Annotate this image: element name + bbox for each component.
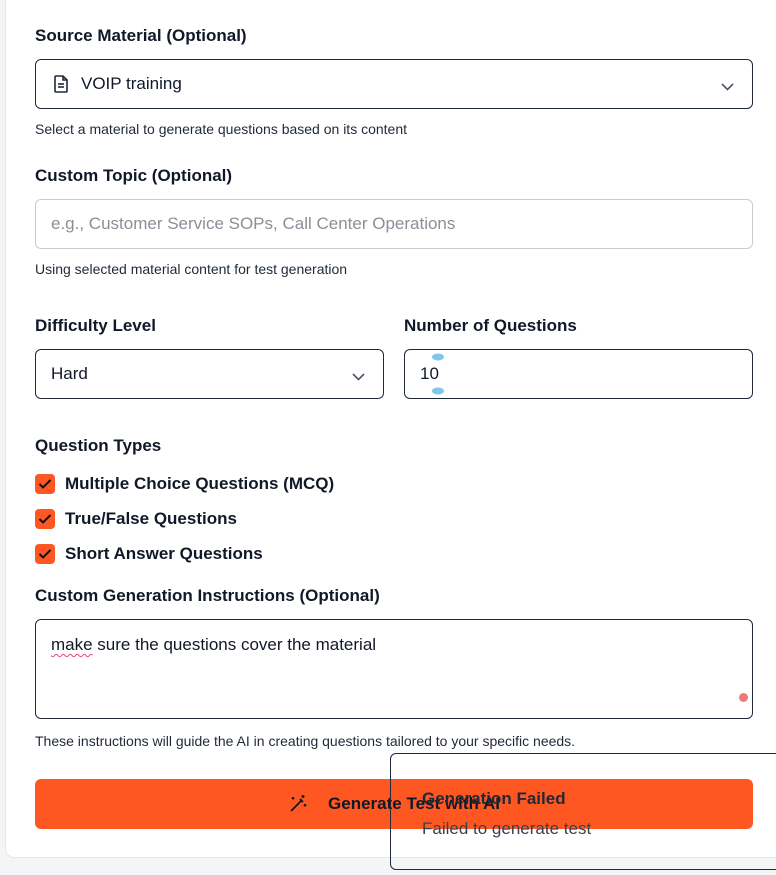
check-icon (38, 514, 52, 524)
custom-topic-helper: Using selected material content for test… (35, 261, 348, 277)
instructions-label: Custom Generation Instructions (Optional… (35, 586, 380, 605)
check-icon (38, 549, 52, 559)
checkbox-short-answer[interactable] (35, 544, 55, 564)
document-icon (53, 75, 69, 93)
source-material-label: Source Material (Optional) (35, 26, 247, 45)
chevron-down-icon (352, 368, 365, 388)
toast-message: Failed to generate test (422, 819, 592, 838)
instructions-value-rest: sure the questions cover the material (92, 635, 377, 654)
checkbox-true-false[interactable] (35, 509, 55, 529)
custom-topic-input[interactable]: e.g., Customer Service SOPs, Call Center… (35, 199, 753, 249)
error-toast[interactable]: Generation Failed Failed to generate tes… (390, 753, 776, 870)
check-icon (38, 479, 52, 489)
difficulty-label: Difficulty Level (35, 316, 156, 335)
difficulty-value: Hard (51, 364, 88, 383)
checkbox-mcq[interactable] (35, 474, 55, 494)
spinner-arrows-icon[interactable] (430, 352, 446, 401)
checkbox-label-mcq: Multiple Choice Questions (MCQ) (65, 474, 335, 493)
checkbox-label-short-answer: Short Answer Questions (65, 544, 263, 563)
instructions-value: make sure the questions cover the materi… (51, 635, 376, 655)
difficulty-select[interactable]: Hard (35, 349, 384, 399)
custom-topic-label: Custom Topic (Optional) (35, 166, 233, 185)
instructions-textarea[interactable]: make sure the questions cover the materi… (35, 619, 753, 719)
num-questions-input[interactable]: 10 (404, 349, 753, 399)
spellcheck-word: make (51, 635, 93, 654)
checkbox-row-mcq[interactable]: Multiple Choice Questions (MCQ) (35, 474, 334, 494)
custom-topic-placeholder: e.g., Customer Service SOPs, Call Center… (51, 214, 456, 233)
checkbox-row-short-answer[interactable]: Short Answer Questions (35, 544, 263, 564)
source-material-helper: Select a material to generate questions … (35, 121, 408, 137)
source-material-value: VOIP training (81, 74, 182, 93)
num-questions-label: Number of Questions (404, 316, 577, 335)
checkbox-row-true-false[interactable]: True/False Questions (35, 509, 237, 529)
question-types-label: Question Types (35, 436, 162, 455)
chevron-down-icon (721, 78, 734, 98)
checkbox-label-true-false: True/False Questions (65, 509, 237, 528)
toast-title: Generation Failed (422, 789, 566, 808)
magic-wand-icon (288, 794, 308, 814)
source-material-select[interactable]: VOIP training (35, 59, 753, 109)
recording-dot-icon (739, 693, 748, 702)
instructions-helper: These instructions will guide the AI in … (35, 733, 576, 749)
